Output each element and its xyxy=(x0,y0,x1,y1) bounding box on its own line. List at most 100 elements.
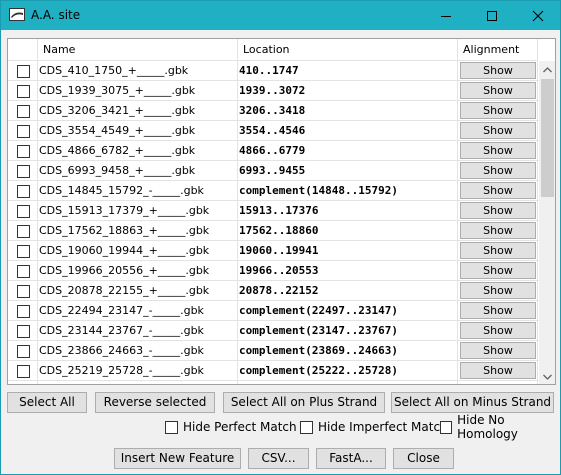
show-alignment-button[interactable]: Show xyxy=(460,262,536,279)
row-checkbox[interactable] xyxy=(17,305,30,318)
alignment-cell: Show xyxy=(458,61,538,80)
close-window-button[interactable] xyxy=(515,1,561,30)
show-alignment-button[interactable]: Show xyxy=(460,182,536,199)
title-bar[interactable]: A.A. site xyxy=(1,1,560,30)
feature-location: complement(22497..23147) xyxy=(238,301,458,320)
select-all-button[interactable]: Select All xyxy=(7,392,87,413)
column-header-alignment[interactable]: Alignment xyxy=(458,39,538,61)
row-checkbox[interactable] xyxy=(17,245,30,258)
row-checkbox[interactable] xyxy=(17,125,30,138)
feature-name: CDS_23144_23767_-_____.gbk xyxy=(38,321,238,340)
row-checkbox[interactable] xyxy=(17,345,30,358)
show-alignment-button[interactable]: Show xyxy=(460,142,536,159)
select-plus-strand-button[interactable]: Select All on Plus Strand xyxy=(223,392,385,413)
feature-location: 3554..4546 xyxy=(238,121,458,140)
minimize-button[interactable] xyxy=(423,1,469,30)
feature-name: CDS_6993_9458_+_____.gbk xyxy=(38,161,238,180)
table-row[interactable]: CDS_4866_6782_+_____.gbk 4866..6779 Show xyxy=(8,141,539,161)
feature-location xyxy=(238,381,458,384)
select-minus-strand-button[interactable]: Select All on Minus Strand xyxy=(391,392,554,413)
hide-no-homology-toggle[interactable]: Hide No Homology xyxy=(440,413,560,441)
row-select-cell xyxy=(8,301,38,320)
window-title: A.A. site xyxy=(31,8,81,22)
table-row[interactable]: CDS_22494_23147_-_____.gbk complement(224… xyxy=(8,301,539,321)
table-row[interactable]: CDS_20878_22155_+_____.gbk 20878..22152 Sh… xyxy=(8,281,539,301)
table-body: CDS_410_1750_+_____.gbk 410..1747 Show CDS_… xyxy=(8,61,539,384)
scroll-down-button[interactable] xyxy=(539,368,555,384)
row-checkbox[interactable] xyxy=(17,185,30,198)
column-header-name[interactable]: Name xyxy=(38,39,238,61)
table-row[interactable]: CDS_17562_18863_+_____.gbk 17562..18860 Sh… xyxy=(8,221,539,241)
row-checkbox[interactable] xyxy=(17,205,30,218)
minimize-icon xyxy=(441,15,451,17)
table-row[interactable]: CDS_3554_4549_+_____.gbk 3554..4546 Show xyxy=(8,121,539,141)
feature-name: CDS_20878_22155_+_____.gbk xyxy=(38,281,238,300)
row-select-cell xyxy=(8,261,38,280)
show-alignment-button[interactable]: Show xyxy=(460,202,536,219)
hide-no-homology-checkbox[interactable] xyxy=(440,420,453,434)
show-alignment-button[interactable]: Show xyxy=(460,282,536,299)
maximize-icon xyxy=(487,10,497,21)
show-alignment-button[interactable]: Show xyxy=(460,122,536,139)
reverse-selected-button[interactable]: Reverse selected xyxy=(95,392,215,413)
table-row[interactable]: CDS_6993_9458_+_____.gbk 6993..9455 Show xyxy=(8,161,539,181)
show-alignment-button[interactable]: Show xyxy=(460,362,536,379)
row-checkbox[interactable] xyxy=(17,325,30,338)
hide-perfect-match-toggle[interactable]: Hide Perfect Match xyxy=(165,419,297,435)
table-row[interactable]: CDS_14845_15792_-_____.gbk complement(148… xyxy=(8,181,539,201)
table-row[interactable]: CDS_15913_17379_+_____.gbk 15913..17376 Sh… xyxy=(8,201,539,221)
row-checkbox[interactable] xyxy=(17,265,30,278)
maximize-button[interactable] xyxy=(469,1,515,30)
show-alignment-button[interactable]: Show xyxy=(460,302,536,319)
feature-location: complement(23869..24663) xyxy=(238,341,458,360)
alignment-cell: Show xyxy=(458,181,538,200)
alignment-cell xyxy=(458,381,538,384)
feature-location: 19966..20553 xyxy=(238,261,458,280)
hide-perfect-match-checkbox[interactable] xyxy=(165,420,178,434)
show-alignment-button[interactable]: Show xyxy=(460,162,536,179)
table-row[interactable]: CDS_23866_24663_-_____.gbk complement(238… xyxy=(8,341,539,361)
row-checkbox[interactable] xyxy=(17,225,30,238)
scroll-thumb[interactable] xyxy=(541,79,554,197)
vertical-scrollbar[interactable] xyxy=(539,61,555,384)
alignment-cell: Show xyxy=(458,161,538,180)
table-row[interactable]: CDS_1939_3075_+_____.gbk 1939..3072 Show xyxy=(8,81,539,101)
table-row[interactable]: CDS_3206_3421_+_____.gbk 3206..3418 Show xyxy=(8,101,539,121)
row-checkbox[interactable] xyxy=(17,145,30,158)
row-checkbox[interactable] xyxy=(17,65,30,78)
column-header-location[interactable]: Location xyxy=(238,39,458,61)
feature-name: CDS_25219_25728_-_____.gbk xyxy=(38,361,238,380)
csv-export-button[interactable]: CSV... xyxy=(248,448,309,469)
table-row[interactable]: CDS_23144_23767_-_____.gbk complement(231… xyxy=(8,321,539,341)
table-row[interactable]: CDS_410_1750_+_____.gbk 410..1747 Show xyxy=(8,61,539,81)
alignment-cell: Show xyxy=(458,361,538,380)
row-checkbox[interactable] xyxy=(17,285,30,298)
show-alignment-button[interactable]: Show xyxy=(460,342,536,359)
show-alignment-button[interactable]: Show xyxy=(460,222,536,239)
show-alignment-button[interactable]: Show xyxy=(460,322,536,339)
feature-location: 19060..19941 xyxy=(238,241,458,260)
show-alignment-button[interactable]: Show xyxy=(460,102,536,119)
column-header-select[interactable] xyxy=(8,39,38,61)
show-alignment-button[interactable]: Show xyxy=(460,242,536,259)
show-alignment-button[interactable]: Show xyxy=(460,82,536,99)
alignment-cell: Show xyxy=(458,221,538,240)
table-row[interactable]: CDS_19966_20556_+_____.gbk 19966..20553 Sh… xyxy=(8,261,539,281)
close-icon xyxy=(532,10,544,21)
feature-location: 1939..3072 xyxy=(238,81,458,100)
row-select-cell xyxy=(8,161,38,180)
insert-new-feature-button[interactable]: Insert New Feature xyxy=(114,448,241,469)
row-checkbox[interactable] xyxy=(17,85,30,98)
alignment-cell: Show xyxy=(458,341,538,360)
row-checkbox[interactable] xyxy=(17,165,30,178)
scroll-up-button[interactable] xyxy=(539,61,555,78)
close-button[interactable]: Close xyxy=(393,448,454,469)
hide-imperfect-match-checkbox[interactable] xyxy=(300,420,313,434)
row-checkbox[interactable] xyxy=(17,365,30,378)
hide-imperfect-match-toggle[interactable]: Hide Imperfect Match xyxy=(300,419,448,435)
show-alignment-button[interactable]: Show xyxy=(460,62,536,79)
table-row[interactable]: CDS_19060_19944_+_____.gbk 19060..19941 Sh… xyxy=(8,241,539,261)
table-row[interactable]: CDS_25219_25728_-_____.gbk complement(252… xyxy=(8,361,539,381)
row-checkbox[interactable] xyxy=(17,105,30,118)
fasta-export-button[interactable]: FastA... xyxy=(316,448,386,469)
